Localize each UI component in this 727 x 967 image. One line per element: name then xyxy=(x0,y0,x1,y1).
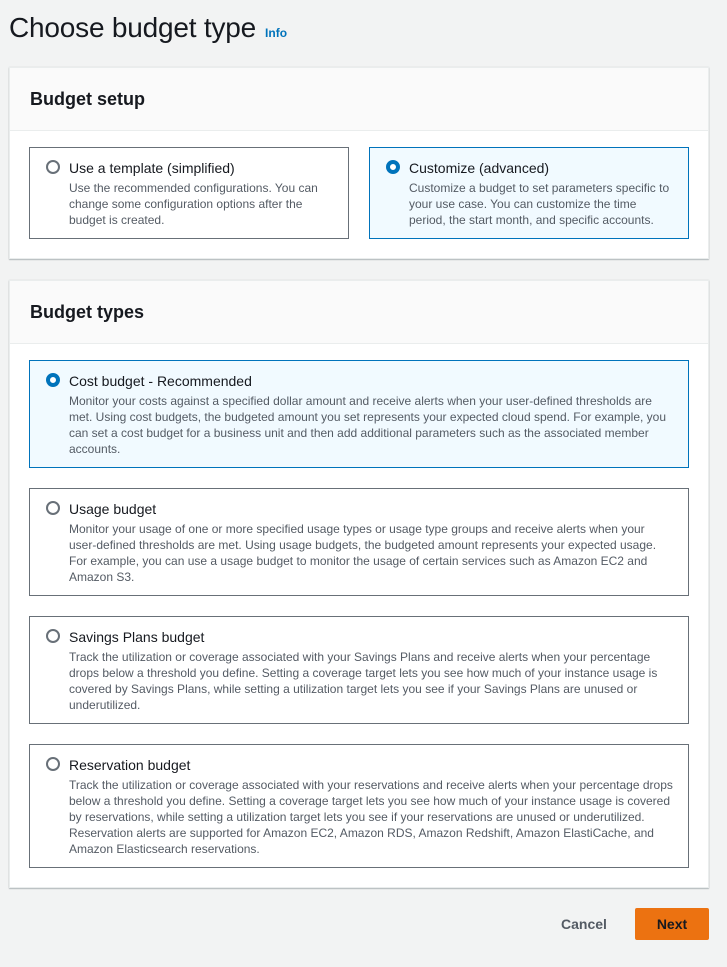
template-option-description: Use the recommended configurations. You … xyxy=(69,181,318,227)
savings-plans-budget-tile[interactable]: Savings Plans budget Track the utilizati… xyxy=(29,616,689,724)
template-radio[interactable] xyxy=(46,160,60,174)
customize-radio[interactable] xyxy=(386,160,400,174)
cost-budget-label: Cost budget - Recommended xyxy=(69,373,252,389)
choose-budget-type-page: Choose budget type Info Budget setup Use… xyxy=(0,0,727,967)
customize-option-tile[interactable]: Customize (advanced) Customize a budget … xyxy=(369,147,689,239)
reservation-budget-radio[interactable] xyxy=(46,757,60,771)
savings-plans-budget-description: Track the utilization or coverage associ… xyxy=(69,650,658,712)
cost-budget-tile[interactable]: Cost budget - Recommended Monitor your c… xyxy=(29,360,689,468)
budget-setup-title: Budget setup xyxy=(30,88,145,109)
budget-setup-panel-header: Budget setup xyxy=(10,68,708,131)
cancel-button[interactable]: Cancel xyxy=(548,908,620,940)
info-link[interactable]: Info xyxy=(265,26,287,40)
reservation-budget-tile[interactable]: Reservation budget Track the utilization… xyxy=(29,744,689,868)
next-button[interactable]: Next xyxy=(635,908,709,940)
cost-budget-description: Monitor your costs against a specified d… xyxy=(69,394,667,456)
budget-types-title: Budget types xyxy=(30,301,145,322)
usage-budget-radio[interactable] xyxy=(46,501,60,515)
customize-option-description: Customize a budget to set parameters spe… xyxy=(409,181,670,227)
savings-plans-budget-radio[interactable] xyxy=(46,629,60,643)
savings-plans-budget-label: Savings Plans budget xyxy=(69,629,205,645)
usage-budget-tile[interactable]: Usage budget Monitor your usage of one o… xyxy=(29,488,689,596)
usage-budget-label: Usage budget xyxy=(69,501,157,517)
customize-option-label: Customize (advanced) xyxy=(409,160,550,176)
usage-budget-description: Monitor your usage of one or more specif… xyxy=(69,522,657,584)
page-title: Choose budget type xyxy=(9,12,257,43)
page-header: Choose budget type Info xyxy=(9,12,287,44)
cost-budget-radio[interactable] xyxy=(46,373,60,387)
template-option-tile[interactable]: Use a template (simplified) Use the reco… xyxy=(29,147,349,239)
template-option-label: Use a template (simplified) xyxy=(69,160,235,176)
reservation-budget-description: Track the utilization or coverage associ… xyxy=(69,778,673,856)
reservation-budget-label: Reservation budget xyxy=(69,757,191,773)
budget-types-panel-header: Budget types xyxy=(10,281,708,344)
